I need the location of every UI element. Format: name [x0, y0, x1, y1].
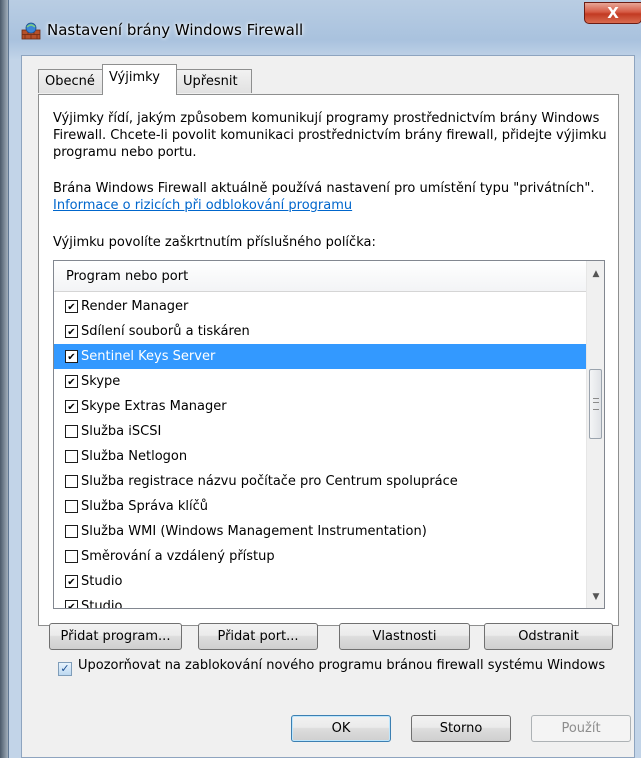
cancel-button[interactable]: Storno [411, 715, 511, 742]
button-label: OK [331, 721, 351, 736]
button-label: Storno [439, 721, 483, 736]
tab-label: Obecné [45, 74, 95, 89]
remove-button[interactable]: Odstranit [484, 623, 613, 650]
button-label: Vlastnosti [372, 629, 437, 644]
button-label: Přidat port... [217, 629, 299, 644]
window-title: Nastavení brány Windows Firewall [47, 21, 304, 39]
item-checkbox[interactable] [65, 575, 78, 588]
item-label: Služba iSCSI [81, 424, 162, 439]
item-label: Služba WMI (Windows Management Instrumen… [81, 524, 427, 539]
button-label: Odstranit [518, 629, 579, 644]
scroll-down-arrow-icon[interactable]: ▼ [587, 588, 604, 606]
list-item[interactable]: Služba Správa klíčů [54, 494, 586, 519]
item-label: Sentinel Keys Server [81, 349, 216, 364]
item-checkbox[interactable] [65, 325, 78, 338]
item-checkbox[interactable] [65, 550, 78, 563]
location-info: Brána Windows Firewall aktuálně používá … [53, 180, 613, 214]
title-bar[interactable]: Nastavení brány Windows Firewall X [9, 0, 641, 54]
exceptions-intro: Výjimky řídí, jakým způsobem komunikují … [53, 111, 607, 160]
item-checkbox[interactable] [65, 400, 78, 413]
exceptions-panel: Výjimky řídí, jakým způsobem komunikují … [38, 94, 619, 626]
item-checkbox[interactable] [65, 375, 78, 388]
location-text: Brána Windows Firewall aktuálně používá … [53, 181, 595, 196]
item-label: Studio [81, 599, 123, 609]
apply-button[interactable]: Použít [531, 715, 631, 742]
item-checkbox[interactable] [65, 350, 78, 363]
add-program-button[interactable]: Přidat program... [49, 623, 182, 650]
grip-icon [593, 398, 599, 410]
item-label: Služba registrace názvu počítače pro Cen… [81, 474, 458, 489]
list-item[interactable]: Služba WMI (Windows Management Instrumen… [54, 519, 586, 544]
list-item[interactable]: Skype [54, 369, 586, 394]
list-item[interactable]: Studio [54, 594, 586, 609]
item-label: Skype [81, 374, 121, 389]
list-item[interactable]: Studio [54, 569, 586, 594]
list-column-header[interactable]: Program nebo port [54, 261, 586, 292]
firewall-brick-icon [21, 22, 41, 40]
item-checkbox[interactable] [65, 300, 78, 313]
item-label: Studio [81, 574, 123, 589]
exceptions-rows: Render Manager Sdílení souborů a tiskáre… [54, 294, 586, 609]
list-item[interactable]: Skype Extras Manager [54, 394, 586, 419]
vertical-scrollbar[interactable]: ▲ ▼ [586, 261, 604, 608]
tab-label: Výjimky [109, 70, 160, 85]
button-label: Přidat program... [60, 629, 171, 644]
firewall-settings-window: Nastavení brány Windows Firewall X Obecn… [8, 0, 641, 758]
tab-general[interactable]: Obecné [38, 69, 104, 93]
item-checkbox[interactable] [65, 500, 78, 513]
dialog-client-area: Obecné Výjimky Upřesnit Výjimky řídí, ja… [21, 55, 635, 758]
item-label: Směrování a vzdálený přístup [81, 549, 275, 564]
close-button[interactable]: X [584, 2, 641, 24]
column-header-label: Program nebo port [66, 269, 189, 284]
button-label: Použít [561, 721, 601, 736]
tab-advanced[interactable]: Upřesnit [176, 69, 252, 93]
item-label: Služba Netlogon [81, 449, 188, 464]
item-label: Skype Extras Manager [81, 399, 227, 414]
list-item[interactable]: Render Manager [54, 294, 586, 319]
add-port-button[interactable]: Přidat port... [198, 623, 318, 650]
scrollbar-thumb[interactable] [589, 369, 602, 439]
tab-label: Upřesnit [183, 74, 238, 89]
item-label: Render Manager [81, 299, 189, 314]
notify-checkbox[interactable]: ✓ [58, 662, 72, 676]
item-checkbox[interactable] [65, 600, 78, 608]
ok-button[interactable]: OK [291, 715, 391, 742]
tab-exceptions[interactable]: Výjimky [102, 64, 177, 95]
instruction-text: Výjimku povolíte zaškrtnutím příslušného… [53, 235, 376, 250]
item-checkbox[interactable] [65, 425, 78, 438]
list-item[interactable]: Směrování a vzdálený přístup [54, 544, 586, 569]
list-item[interactable]: Služba registrace názvu počítače pro Cen… [54, 469, 586, 494]
item-checkbox[interactable] [65, 525, 78, 538]
item-checkbox[interactable] [65, 450, 78, 463]
close-icon: X [607, 4, 619, 22]
exceptions-list[interactable]: Program nebo port Render Manager Sdílení… [53, 260, 605, 609]
list-item[interactable]: Služba Netlogon [54, 444, 586, 469]
scroll-up-arrow-icon[interactable]: ▲ [587, 265, 604, 283]
notify-label: Upozorňovat na zablokování nového progra… [78, 658, 606, 673]
item-label: Služba Správa klíčů [81, 499, 209, 514]
list-item[interactable]: Služba iSCSI [54, 419, 586, 444]
risk-info-link[interactable]: Informace o rizicích při odblokování pro… [53, 198, 352, 213]
list-item[interactable]: Sdílení souborů a tiskáren [54, 319, 586, 344]
properties-button[interactable]: Vlastnosti [339, 623, 470, 650]
item-checkbox[interactable] [65, 475, 78, 488]
list-item-selected[interactable]: Sentinel Keys Server [54, 344, 586, 369]
item-label: Sdílení souborů a tiskáren [81, 324, 250, 339]
